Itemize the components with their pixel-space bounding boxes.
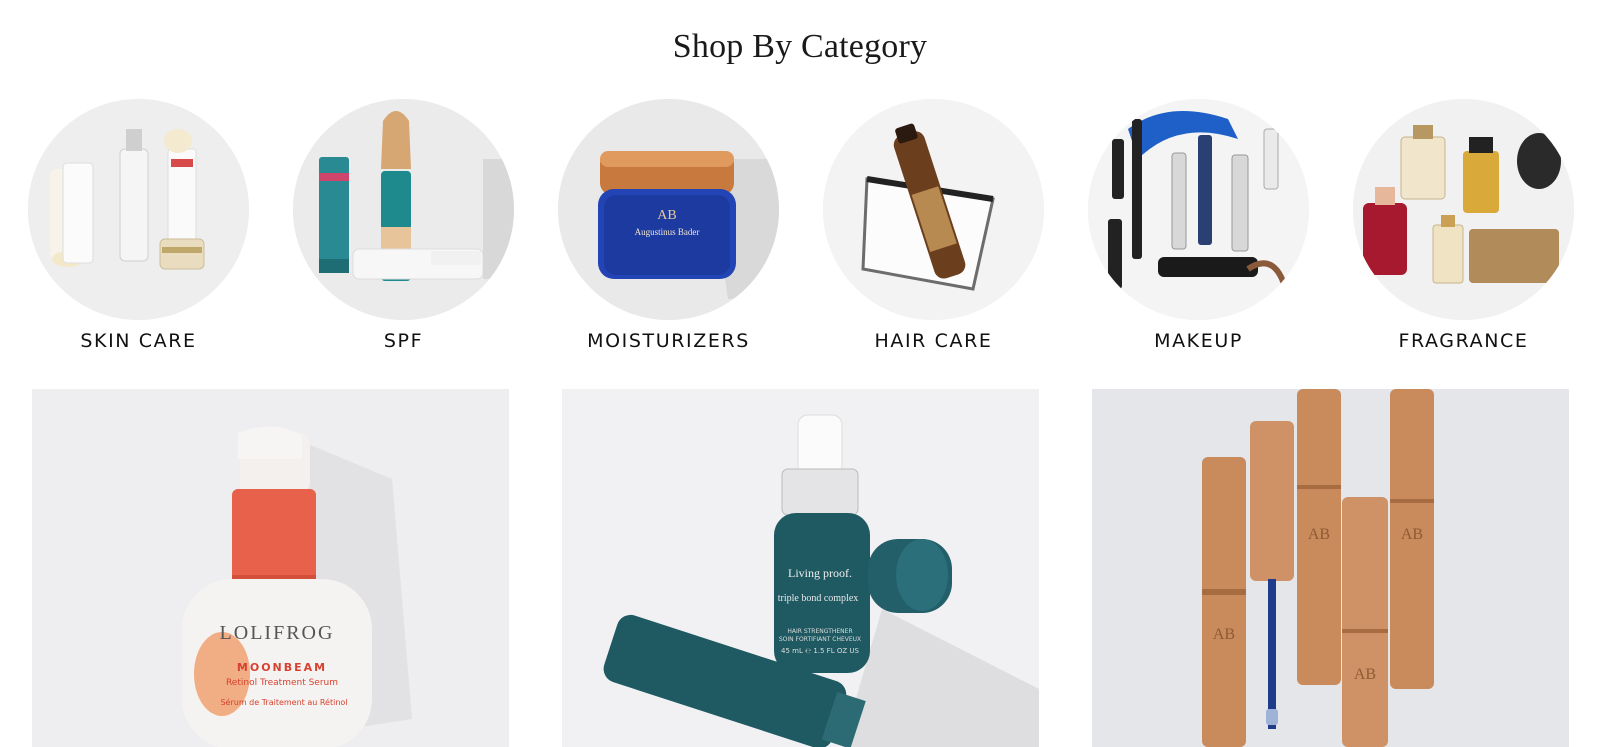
promo-brand-text: AB <box>1354 666 1376 683</box>
category-label[interactable]: HAIR CARE <box>874 330 992 352</box>
category-spf[interactable]: SPF <box>293 99 514 352</box>
promo-brand-text: AB <box>1401 526 1423 543</box>
promo-brand-text: AB <box>1308 526 1330 543</box>
copper-tubes-image[interactable]: AB AB AB AB <box>1092 389 1569 747</box>
promo-product-fr: Sérum de Traitement au Rétinol <box>220 697 347 707</box>
promo-tile-ab-tubes[interactable]: AB AB AB AB <box>1092 389 1569 747</box>
promo-tile-living-proof[interactable]: Living proof. triple bond complex HAIR S… <box>562 389 1039 747</box>
category-skin-care[interactable]: SKIN CARE <box>28 99 249 352</box>
serum-bottle-image[interactable]: LOLIFROG MOONBEAM Retinol Treatment Seru… <box>32 389 509 747</box>
skincare-products-image[interactable] <box>28 99 249 320</box>
promo-product-name: triple bond complex <box>778 593 859 604</box>
makeup-products-image[interactable] <box>1088 99 1309 320</box>
moisturizer-jar-image[interactable]: AB Augustinus Bader <box>558 99 779 320</box>
category-label[interactable]: MOISTURIZERS <box>587 330 750 352</box>
category-makeup[interactable]: MAKEUP <box>1088 99 1309 352</box>
category-moisturizers[interactable]: AB Augustinus Bader MOISTURIZERS <box>558 99 779 352</box>
category-label[interactable]: MAKEUP <box>1154 330 1243 352</box>
hair-treatment-bottle-image[interactable]: Living proof. triple bond complex HAIR S… <box>562 389 1039 747</box>
promo-product-size: 45 mL ℮ 1.5 FL OZ US <box>781 647 859 655</box>
category-hair-care[interactable]: HAIR CARE <box>823 99 1044 352</box>
category-label[interactable]: SKIN CARE <box>80 330 196 352</box>
svg-text:AB: AB <box>657 208 676 223</box>
promo-brand-text: LOLIFROG <box>220 622 335 644</box>
spf-products-image[interactable] <box>293 99 514 320</box>
promo-brand-text: Living proof. <box>788 566 852 580</box>
promo-product-sub: HAIR STRENGTHENER <box>787 628 852 635</box>
category-fragrance[interactable]: FRAGRANCE <box>1353 99 1574 352</box>
section-title: Shop By Category <box>672 28 928 65</box>
fragrance-bottles-image[interactable] <box>1353 99 1574 320</box>
svg-text:Augustinus Bader: Augustinus Bader <box>635 227 700 237</box>
promo-product-sub: Retinol Treatment Serum <box>226 678 338 688</box>
haircare-products-image[interactable] <box>823 99 1044 320</box>
category-label[interactable]: SPF <box>384 330 423 352</box>
promo-product-fr: SOIN FORTIFIANT CHEVEUX <box>779 636 861 643</box>
promo-product-name: MOONBEAM <box>237 661 327 674</box>
category-label[interactable]: FRAGRANCE <box>1398 330 1528 352</box>
promo-brand-text: AB <box>1213 626 1235 643</box>
promo-tile-moonbeam-serum[interactable]: LOLIFROG MOONBEAM Retinol Treatment Seru… <box>32 389 509 747</box>
